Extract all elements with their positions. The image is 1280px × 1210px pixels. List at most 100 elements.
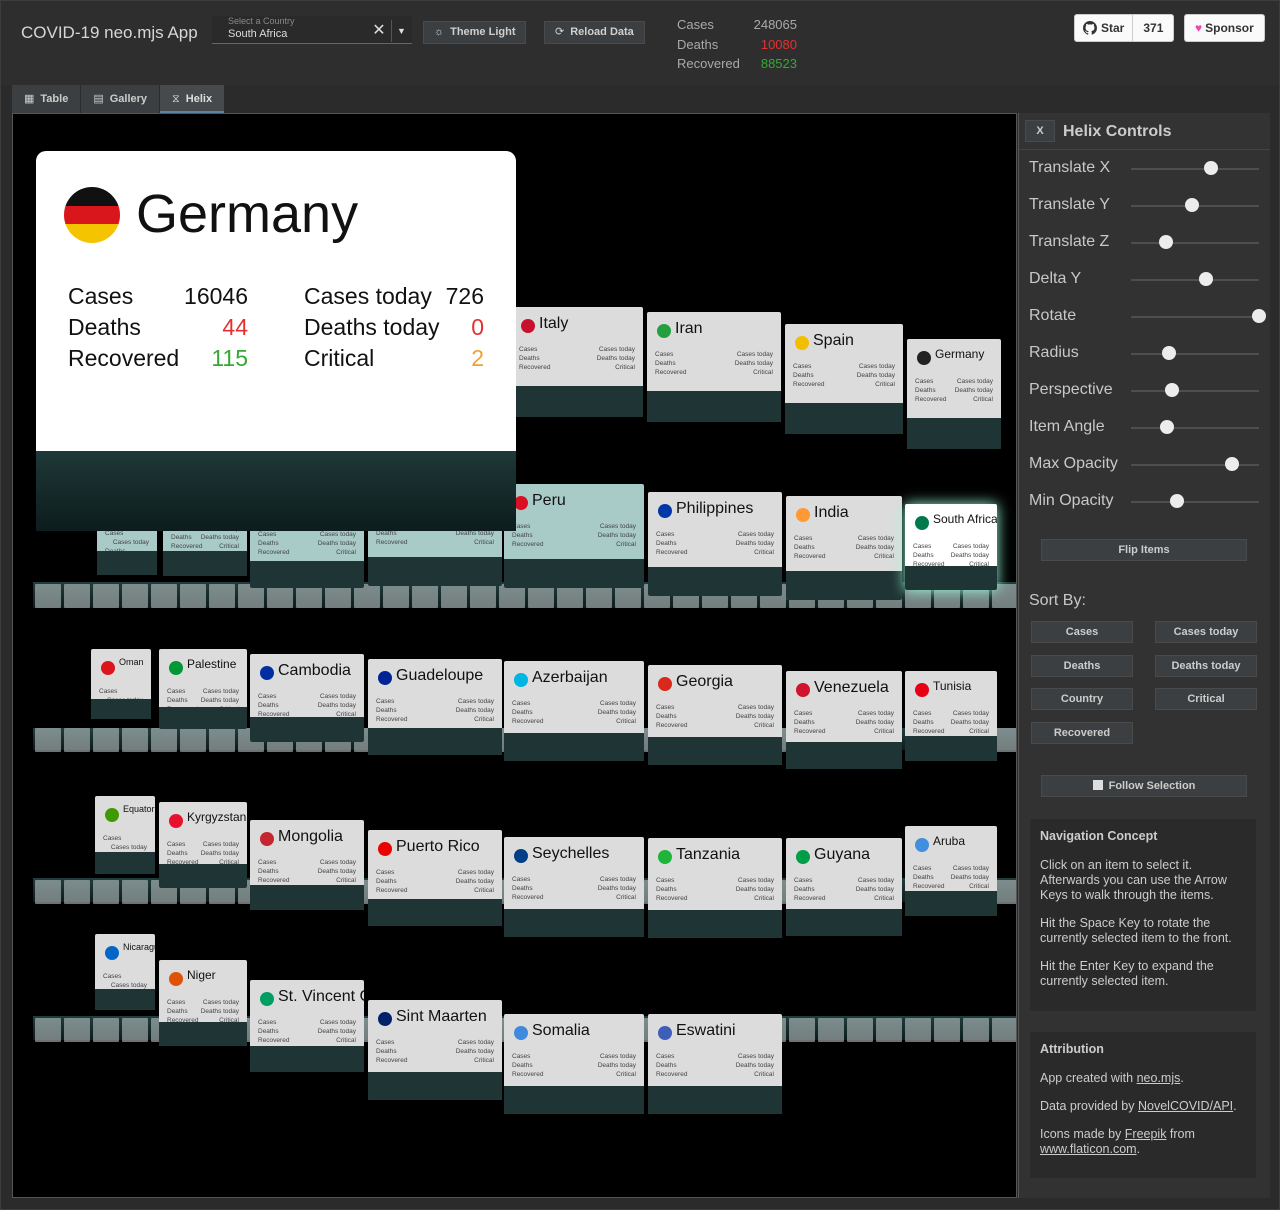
helix-mini-card[interactable] [93, 1018, 119, 1042]
slider-thumb[interactable] [1198, 272, 1213, 286]
tab-table[interactable]: ▦ Table [12, 85, 81, 113]
helix-mini-card[interactable] [93, 728, 119, 752]
close-controls-button[interactable]: X [1025, 120, 1055, 142]
helix-country-card[interactable]: Niger Cases Cases today Deaths Deaths today R… [159, 960, 247, 1046]
freepik-link[interactable]: Freepik [1125, 1127, 1167, 1141]
slider-thumb[interactable] [1160, 420, 1175, 434]
helix-country-card[interactable]: Germany Cases Cases today Deaths Deaths toda… [907, 339, 1001, 449]
helix-mini-card[interactable] [847, 1018, 873, 1042]
slider-track[interactable] [1131, 464, 1259, 466]
helix-country-card[interactable]: NicaraguaCasesCases todayDeathsDeaths to… [95, 934, 155, 1010]
sort-deaths-button[interactable]: Deaths [1031, 655, 1133, 677]
helix-country-card[interactable]: Seychelles Cases Cases today Deaths Deaths t… [504, 837, 644, 937]
slider-perspective[interactable]: Perspective [1029, 381, 1261, 401]
clear-icon[interactable]: ✕ [368, 20, 390, 42]
helix-mini-card[interactable] [64, 584, 90, 608]
theme-light-button[interactable]: ☼ Theme Light [423, 21, 527, 44]
helix-mini-card[interactable] [35, 584, 61, 608]
helix-country-card[interactable]: Mongolia Cases Cases today Deaths Deaths tod… [250, 820, 364, 910]
flaticon-link[interactable]: www.flaticon.com [1040, 1142, 1137, 1156]
helix-country-card[interactable]: Aruba Cases Cases today Deaths Deaths today R… [905, 826, 997, 916]
helix-country-card[interactable]: Iran Cases Cases today Deaths Deaths today Re… [647, 312, 781, 422]
slider-track[interactable] [1131, 427, 1259, 429]
slider-item-angle[interactable]: Item Angle [1029, 418, 1261, 438]
helix-country-card[interactable]: Sint Maarten Cases Cases today Deaths Deaths… [368, 1000, 502, 1100]
helix-country-card[interactable]: Kyrgyzstan Cases Cases today Deaths Deaths t… [159, 802, 247, 888]
country-select-value[interactable]: South Africa [228, 28, 287, 40]
country-select[interactable]: Select a Country South Africa ✕ ▼ [212, 16, 412, 44]
helix-mini-card[interactable] [35, 728, 61, 752]
helix-mini-card[interactable] [35, 1018, 61, 1042]
helix-mini-card[interactable] [934, 1018, 960, 1042]
slider-thumb[interactable] [1185, 198, 1200, 212]
slider-translate-z[interactable]: Translate Z [1029, 233, 1261, 253]
github-star-count[interactable]: 371 [1133, 15, 1173, 41]
slider-rotate[interactable]: Rotate [1029, 307, 1266, 327]
tab-helix[interactable]: ⧖ Helix [160, 85, 225, 113]
helix-country-card[interactable]: Peru Cases Cases today Deaths Deaths today Re… [504, 484, 644, 588]
helix-mini-card[interactable] [64, 880, 90, 904]
slider-thumb[interactable] [1164, 383, 1179, 397]
helix-mini-card[interactable] [64, 728, 90, 752]
helix-mini-card[interactable] [470, 584, 496, 608]
helix-mini-card[interactable] [93, 584, 119, 608]
expanded-country-card[interactable]: Germany Cases 16046 Deaths 44 Recovered 115… [36, 151, 516, 451]
slider-thumb[interactable] [1169, 494, 1184, 508]
helix-country-card[interactable]: Azerbaijan Cases Cases today Deaths Deaths t… [504, 661, 644, 761]
helix-mini-card[interactable] [64, 1018, 90, 1042]
slider-track[interactable] [1131, 279, 1259, 281]
helix-country-card[interactable]: St. Vincent Grenadines CasesCases todayDe… [250, 980, 364, 1072]
helix-country-card[interactable]: India Cases Cases today Deaths Deaths today R… [786, 496, 902, 600]
helix-mini-card[interactable] [876, 1018, 902, 1042]
helix-country-card[interactable]: Italy Cases Cases today Deaths Deaths today R… [511, 307, 643, 417]
helix-country-card[interactable]: Georgia Cases Cases today Deaths Deaths toda… [648, 665, 782, 765]
helix-country-card[interactable]: Palestine Cases Cases today Deaths Deaths to… [159, 649, 247, 729]
helix-mini-card[interactable] [151, 584, 177, 608]
sort-cases-button[interactable]: Cases [1031, 621, 1133, 643]
helix-mini-card[interactable] [818, 1018, 844, 1042]
helix-country-card[interactable]: OmanCasesCases todayDeathsDeaths todayRe… [91, 649, 151, 719]
helix-mini-card[interactable] [122, 584, 148, 608]
helix-mini-card[interactable] [992, 1018, 1016, 1042]
slider-track[interactable] [1131, 501, 1259, 503]
helix-country-card[interactable]: Tanzania Cases Cases today Deaths Deaths tod… [648, 838, 782, 938]
flip-items-button[interactable]: Flip Items [1041, 539, 1247, 561]
helix-country-card[interactable]: Tunisia Cases Cases today Deaths Deaths toda… [905, 671, 997, 761]
slider-thumb[interactable] [1225, 457, 1240, 471]
helix-country-card[interactable]: South Africa Cases Cases today Deaths Deaths… [905, 504, 997, 590]
helix-country-card[interactable]: Philippines Cases Cases today Deaths Deaths … [648, 492, 782, 596]
slider-track[interactable] [1131, 353, 1259, 355]
helix-mini-card[interactable] [789, 1018, 815, 1042]
slider-translate-y[interactable]: Translate Y [1029, 196, 1261, 216]
slider-translate-x[interactable]: Translate X [1029, 159, 1261, 179]
helix-mini-card[interactable] [122, 880, 148, 904]
helix-mini-card[interactable] [180, 584, 206, 608]
helix-mini-card[interactable] [209, 584, 235, 608]
slider-track[interactable] [1131, 390, 1259, 392]
helix-country-card[interactable]: Somalia Cases Cases today Deaths Deaths toda… [504, 1014, 644, 1114]
slider-thumb[interactable] [1158, 235, 1173, 249]
slider-track[interactable] [1131, 242, 1259, 244]
novelcovid-link[interactable]: NovelCOVID/API [1138, 1099, 1233, 1113]
helix-stage[interactable]: Italy Cases Cases today Deaths Deaths today R… [12, 113, 1017, 1198]
slider-max-opacity[interactable]: Max Opacity [1029, 455, 1261, 475]
helix-mini-card[interactable] [412, 584, 438, 608]
helix-country-card[interactable]: Eswatini Cases Cases today Deaths Deaths tod… [648, 1014, 782, 1114]
sort-country-button[interactable]: Country [1031, 688, 1133, 710]
helix-country-card[interactable]: Guyana Cases Cases today Deaths Deaths today… [786, 838, 902, 936]
helix-mini-card[interactable] [180, 728, 206, 752]
slider-thumb[interactable] [1252, 309, 1266, 323]
helix-mini-card[interactable] [963, 1018, 989, 1042]
github-star-widget[interactable]: Star 371 [1074, 14, 1175, 42]
neomjs-link[interactable]: neo.mjs [1137, 1071, 1181, 1085]
sponsor-button[interactable]: ♥ Sponsor [1184, 14, 1265, 42]
follow-selection-checkbox[interactable]: Follow Selection [1041, 775, 1247, 797]
sort-critical-button[interactable]: Critical [1155, 688, 1257, 710]
slider-thumb[interactable] [1162, 346, 1177, 360]
reload-data-button[interactable]: ⟳ Reload Data [544, 21, 645, 44]
sort-deaths-today-button[interactable]: Deaths today [1155, 655, 1257, 677]
helix-mini-card[interactable] [93, 880, 119, 904]
helix-mini-card[interactable] [905, 1018, 931, 1042]
helix-country-card[interactable]: Puerto Rico Cases Cases today Deaths Deaths … [368, 830, 502, 926]
chevron-down-icon[interactable]: ▼ [391, 20, 411, 42]
